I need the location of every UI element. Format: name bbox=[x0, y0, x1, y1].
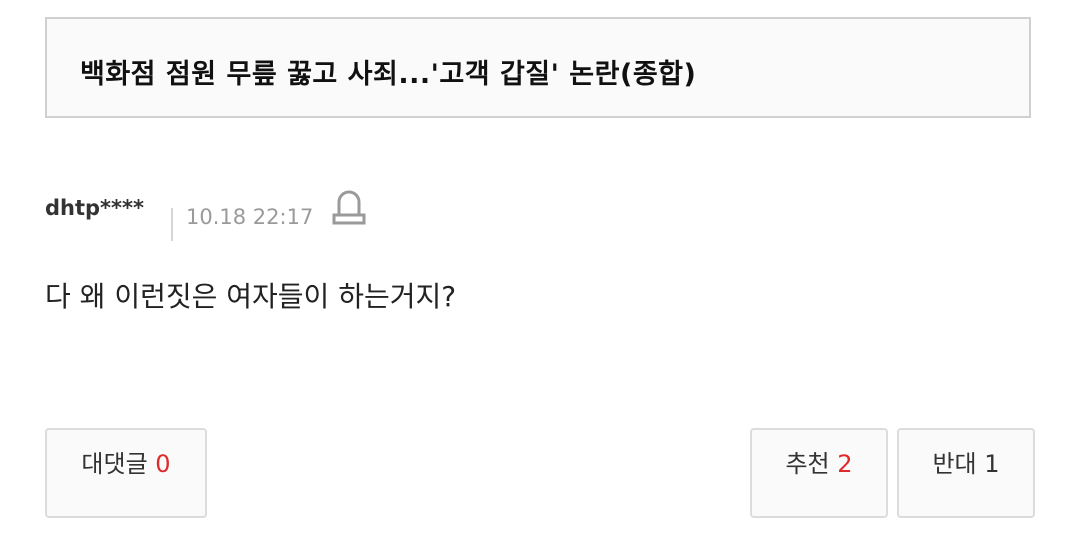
like-count: 2 bbox=[837, 450, 853, 478]
replies-button[interactable]: 대댓글 0 bbox=[45, 428, 207, 518]
article-title[interactable]: 백화점 점원 무릎 꿇고 사죄...'고객 갑질' 논란(종합) bbox=[80, 52, 696, 91]
comment-username: dhtp**** bbox=[45, 196, 144, 220]
siren-report-icon[interactable] bbox=[332, 187, 366, 227]
meta-divider bbox=[171, 208, 173, 241]
dislike-button[interactable]: 반대 1 bbox=[897, 428, 1035, 518]
comment-timestamp: 10.18 22:17 bbox=[186, 205, 314, 229]
dislike-label: 반대 bbox=[932, 450, 977, 478]
siren-report-icon-graphic bbox=[332, 190, 366, 225]
article-title-box[interactable]: 백화점 점원 무릎 꿇고 사죄...'고객 갑질' 논란(종합) bbox=[45, 17, 1031, 118]
comment-text: 다 왜 이런짓은 여자들이 하는거지? bbox=[45, 280, 457, 313]
replies-label: 대댓글 bbox=[81, 450, 148, 478]
like-button[interactable]: 추천 2 bbox=[750, 428, 888, 518]
dislike-count: 1 bbox=[984, 450, 1000, 478]
replies-count: 0 bbox=[155, 450, 171, 478]
like-label: 추천 bbox=[785, 450, 830, 478]
